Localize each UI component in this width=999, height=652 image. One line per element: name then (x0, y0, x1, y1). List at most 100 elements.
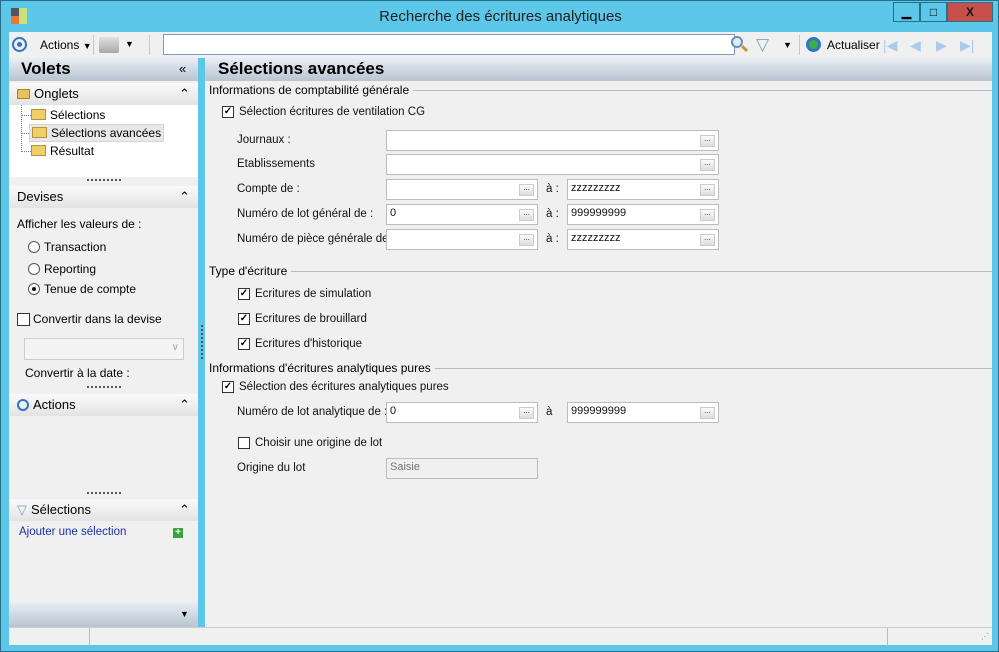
separator (93, 35, 94, 55)
ellipsis-button[interactable]: ... (700, 135, 715, 147)
input-value: 0 (390, 405, 397, 417)
checkbox-checked[interactable]: ✓ (238, 338, 250, 350)
ellipsis-button[interactable]: ... (700, 184, 715, 196)
panel-header: Volets « (9, 58, 198, 81)
piece-generale-to-input[interactable]: zzzzzzzzz... (567, 229, 719, 250)
filter-icon[interactable]: ▽ (756, 35, 769, 55)
lot-analytique-from-input[interactable]: 0... (386, 402, 538, 423)
selections-header[interactable]: ▽ Sélections ⌃ (9, 499, 198, 521)
splitter-handle[interactable] (87, 386, 121, 389)
historique-checkbox[interactable]: ✓ Ecritures d'historique (238, 338, 362, 350)
actions-header[interactable]: Actions ⌃ (9, 394, 198, 416)
print-dropdown-icon[interactable]: ▼ (125, 39, 134, 49)
piece-generale-label: Numéro de pièce générale de : (237, 233, 395, 245)
lot-general-label: Numéro de lot général de : (237, 208, 374, 220)
journaux-input[interactable]: ... (386, 130, 719, 151)
panel-title: Volets (21, 59, 71, 78)
ellipsis-button[interactable]: ... (700, 407, 715, 419)
checkbox-checked[interactable]: ✓ (238, 313, 250, 325)
checkbox-checked[interactable]: ✓ (222, 106, 234, 118)
compte-from-input[interactable]: ... (386, 179, 538, 200)
previous-record-icon[interactable]: ◀ (910, 37, 921, 54)
currency-select[interactable]: ∨ (24, 338, 184, 360)
choose-origin-checkbox[interactable]: Choisir une origine de lot (238, 437, 382, 449)
checkbox[interactable] (238, 437, 250, 449)
folder-icon (17, 89, 30, 99)
radio-button[interactable] (28, 241, 40, 253)
to-label: à : (546, 233, 559, 245)
tree-item-selections-avancees[interactable]: Sélections avancées (29, 124, 165, 142)
lot-analytique-to-input[interactable]: 999999999... (567, 402, 719, 423)
checkbox-checked[interactable]: ✓ (238, 288, 250, 300)
ellipsis-button[interactable]: ... (519, 184, 534, 196)
collapse-icon[interactable]: ⌃ (179, 186, 190, 208)
analytic-select-checkbox[interactable]: ✓ Sélection des écritures analytiques pur… (222, 381, 449, 393)
ellipsis-button[interactable]: ... (519, 209, 534, 221)
piece-generale-from-input[interactable]: ... (386, 229, 538, 250)
compte-to-input[interactable]: zzzzzzzzz... (567, 179, 719, 200)
lot-general-to-input[interactable]: 999999999... (567, 204, 719, 225)
ellipsis-button[interactable]: ... (519, 234, 534, 246)
ellipsis-button[interactable]: ... (700, 159, 715, 171)
first-record-icon[interactable]: |◀ (883, 37, 897, 54)
resize-grip-icon[interactable]: ⋰ (981, 632, 989, 641)
add-selection-link[interactable]: Ajouter une sélection (19, 526, 126, 538)
checkbox-label: Ecritures de simulation (255, 288, 372, 300)
tree-item-label: Sélections avancées (51, 126, 162, 140)
simulation-checkbox[interactable]: ✓ Ecritures de simulation (238, 288, 371, 300)
checkbox-checked[interactable]: ✓ (222, 381, 234, 393)
actions-icon (17, 399, 29, 411)
vertical-splitter[interactable] (201, 325, 203, 359)
radio-button[interactable] (28, 263, 40, 275)
refresh-button[interactable]: Actualiser (827, 38, 880, 52)
lot-general-from-input[interactable]: 0... (386, 204, 538, 225)
ventilation-checkbox[interactable]: ✓ Sélection écritures de ventilation CG (222, 106, 425, 118)
radio-transaction[interactable]: Transaction (28, 240, 106, 254)
more-panels-icon[interactable]: ▼ (180, 609, 189, 619)
convert-currency-checkbox[interactable]: Convertir dans la devise (17, 312, 162, 326)
last-record-icon[interactable]: ▶| (960, 37, 974, 54)
brouillard-checkbox[interactable]: ✓ Ecritures de brouillard (238, 313, 367, 325)
minimize-button[interactable]: ▁ (893, 2, 920, 22)
next-record-icon[interactable]: ▶ (936, 37, 947, 54)
compte-label: Compte de : (237, 183, 300, 195)
ellipsis-button[interactable]: ... (700, 234, 715, 246)
etablissements-input[interactable]: ... (386, 154, 719, 175)
checkbox[interactable] (17, 312, 30, 326)
add-icon[interactable]: + (173, 528, 183, 538)
open-folder-icon (32, 127, 47, 138)
collapse-panel-icon[interactable]: « (179, 61, 186, 76)
print-button[interactable] (99, 37, 119, 53)
radio-reporting[interactable]: Reporting (28, 262, 96, 276)
refresh-icon[interactable] (806, 37, 821, 52)
maximize-button[interactable]: □ (920, 2, 947, 22)
collapse-icon[interactable]: ⌃ (179, 83, 190, 105)
tree-item-selections[interactable]: Sélections (31, 108, 105, 122)
section-analytic: Informations d'écritures analytiques pur… (209, 361, 992, 375)
selections-title: Sélections (31, 502, 91, 517)
dropdown-icon: ▼ (82, 41, 92, 51)
panel-footer: ▼ (9, 602, 198, 627)
etablissements-label: Etablissements (237, 158, 315, 170)
search-input[interactable] (163, 34, 735, 55)
radio-button[interactable] (28, 283, 40, 295)
section-title: Informations d'écritures analytiques pur… (209, 361, 431, 375)
search-icon[interactable] (731, 36, 749, 53)
checkbox-label: Sélection écritures de ventilation CG (239, 106, 426, 118)
devises-header[interactable]: Devises ⌃ (9, 186, 198, 208)
separator (149, 35, 150, 55)
ellipsis-button[interactable]: ... (700, 209, 715, 221)
collapse-icon[interactable]: ⌃ (179, 394, 190, 416)
tree-item-resultat[interactable]: Résultat (31, 144, 94, 158)
actions-menu-button[interactable]: Actions ▼ (40, 38, 92, 52)
close-button[interactable]: X (947, 2, 993, 22)
ellipsis-button[interactable]: ... (519, 407, 534, 419)
actions-title: Actions (33, 397, 76, 412)
splitter-handle[interactable] (87, 179, 121, 182)
actions-label: Actions (40, 38, 80, 52)
radio-tenue-de-compte[interactable]: Tenue de compte (28, 282, 136, 296)
filter-dropdown-icon[interactable]: ▼ (783, 40, 792, 50)
collapse-icon[interactable]: ⌃ (179, 499, 190, 521)
splitter-handle[interactable] (87, 492, 121, 495)
onglets-header[interactable]: Onglets ⌃ (9, 83, 198, 105)
